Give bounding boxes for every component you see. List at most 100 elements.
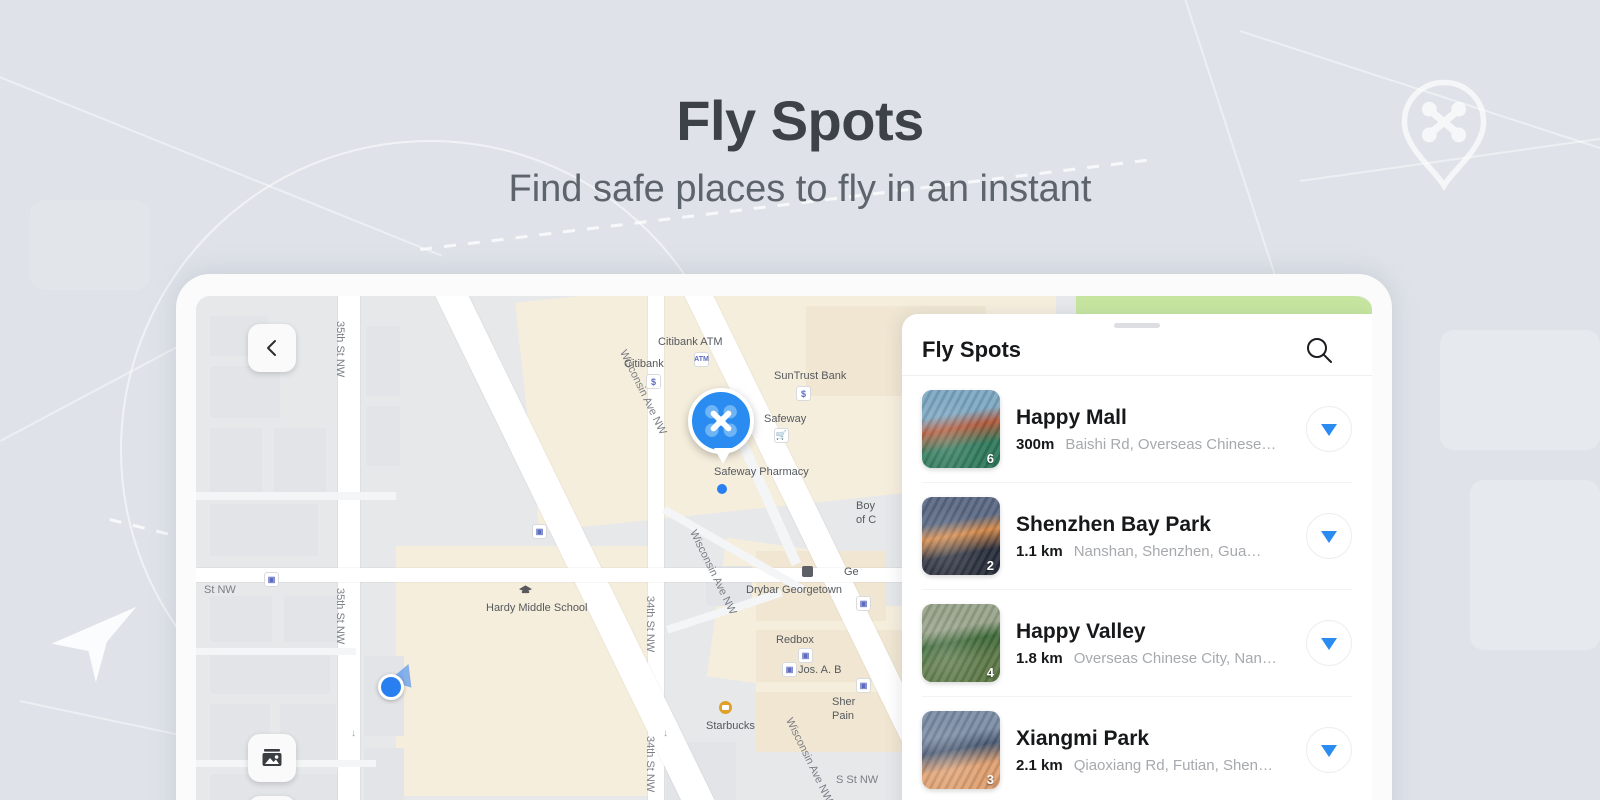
- spot-name: Xiangmi Park: [1016, 726, 1150, 750]
- map-label: Pain: [832, 710, 855, 722]
- poi-icon-bank: $: [796, 386, 811, 401]
- back-button[interactable]: [248, 324, 296, 372]
- panel-drag-handle[interactable]: [1114, 323, 1160, 328]
- spot-info: Xiangmi Park 2.1 km Qiaoxiang Rd, Futian, …: [1016, 727, 1290, 774]
- background-block: [1470, 480, 1600, 650]
- spot-list-item[interactable]: 2 Shenzhen Bay Park 1.1 km Nanshan, Shenzhe…: [902, 483, 1372, 589]
- poi-icon-atm: ATM: [694, 352, 709, 367]
- map-label: Hardy Middle School: [486, 602, 588, 614]
- tablet-device-frame: 35th St NW Wisconsin Ave NW Citibank ATM Ci…: [176, 274, 1392, 800]
- spot-photo-count-badge: 3: [986, 772, 994, 787]
- spot-info: Happy Mall 300m Baishi Rd, Overseas Chines…: [1016, 406, 1290, 453]
- map-label: S St NW: [836, 774, 879, 786]
- map-label: Ge: [844, 566, 859, 578]
- spot-thumbnail: 4: [922, 604, 1000, 682]
- poi-icon-arrow: ↓: [663, 728, 668, 739]
- spot-address: Qiaoxiang Rd, Futian, Shen…: [1073, 756, 1273, 774]
- spot-list-item[interactable]: 6 Happy Mall 300m Baishi Rd, Overseas Chine…: [902, 376, 1372, 482]
- paper-plane-icon: [51, 606, 137, 683]
- poi-icon-store: ▣: [782, 662, 797, 677]
- map-label: Redbox: [776, 634, 814, 646]
- map-label: 35th St NW: [334, 321, 346, 378]
- spot-photo-count-badge: 6: [986, 451, 994, 466]
- spot-info: Happy Valley 1.8 km Overseas Chinese City,…: [1016, 620, 1290, 667]
- poi-icon-store: ▣: [856, 678, 871, 693]
- poi-icon-store: ▣: [264, 572, 279, 587]
- user-location-dot: [378, 674, 404, 700]
- poi-icon-store: ▣: [856, 596, 871, 611]
- map-label: Jos. A. B: [798, 664, 842, 676]
- marker-anchor-dot: [717, 484, 727, 494]
- map-label: Citibank ATM: [658, 336, 723, 348]
- spot-address: Overseas Chinese City, Nan…: [1073, 649, 1277, 667]
- spot-distance: 2.1 km: [1016, 756, 1063, 774]
- spot-distance: 1.8 km: [1016, 649, 1063, 667]
- spot-list-item[interactable]: 4 Happy Valley 1.8 km Overseas Chinese City…: [902, 590, 1372, 696]
- spot-name: Shenzhen Bay Park: [1016, 512, 1211, 536]
- tablet-screen: 35th St NW Wisconsin Ave NW Citibank ATM Ci…: [196, 296, 1372, 800]
- navigate-icon: [1321, 745, 1337, 757]
- spot-name: Happy Mall: [1016, 405, 1127, 429]
- map-extra-button[interactable]: [248, 796, 296, 800]
- poi-icon-store: ▣: [798, 648, 813, 663]
- navigate-button[interactable]: [1306, 620, 1352, 666]
- poi-icon-coffee: [718, 700, 733, 715]
- spot-list-item[interactable]: 3 Xiangmi Park 2.1 km Qiaoxiang Rd, Futian,…: [902, 697, 1372, 800]
- map-label: St NW: [204, 584, 236, 596]
- navigate-button[interactable]: [1306, 727, 1352, 773]
- background-block: [30, 200, 150, 290]
- map-label: Boy: [856, 500, 875, 512]
- spot-photo-count-badge: 4: [986, 665, 994, 680]
- map-label: Citibank: [624, 358, 664, 370]
- spot-meta: 2.1 km Qiaoxiang Rd, Futian, Shen…: [1016, 757, 1290, 774]
- image-icon: [262, 749, 282, 766]
- spot-address: Nanshan, Shenzhen, Gua…: [1073, 542, 1262, 560]
- spot-address: Baishi Rd, Overseas Chinese…: [1065, 435, 1277, 453]
- poi-icon-grocery: 🛒: [774, 428, 789, 443]
- spot-meta: 300m Baishi Rd, Overseas Chinese…: [1016, 436, 1290, 453]
- page-subtitle: Find safe places to fly in an instant: [508, 168, 1092, 210]
- map-label: 34th St NW: [644, 596, 656, 653]
- spot-thumbnail: 2: [922, 497, 1000, 575]
- spot-info: Shenzhen Bay Park 1.1 km Nanshan, Shenzhen…: [1016, 513, 1290, 560]
- poi-icon-shop: [800, 564, 815, 579]
- navigate-button[interactable]: [1306, 513, 1352, 559]
- map-label: Safeway: [764, 413, 807, 425]
- navigate-icon: [1321, 531, 1337, 543]
- navigate-icon: [1321, 424, 1337, 436]
- poi-icon-store: ▣: [532, 524, 547, 539]
- spot-photo-count-badge: 2: [986, 558, 994, 573]
- drone-spot-marker[interactable]: [688, 388, 754, 454]
- chevron-left-icon: [267, 340, 276, 356]
- spot-name: Happy Valley: [1016, 619, 1146, 643]
- page-title: Fly Spots: [676, 89, 924, 152]
- spot-distance: 1.1 km: [1016, 542, 1063, 560]
- drone-icon: [705, 405, 737, 437]
- fly-spots-list[interactable]: 6 Happy Mall 300m Baishi Rd, Overseas Chine…: [902, 376, 1372, 800]
- map-label: of C: [856, 514, 877, 526]
- poi-icon-bank: $: [646, 374, 661, 389]
- search-icon: [1307, 337, 1332, 363]
- spot-thumbnail: 3: [922, 711, 1000, 789]
- map-label: 35th St NW: [334, 588, 346, 645]
- panel-title: Fly Spots: [922, 336, 1022, 362]
- navigate-icon: [1321, 638, 1337, 650]
- poi-icon-school: [518, 582, 533, 597]
- map-label: Starbucks: [706, 720, 755, 732]
- map-label: SunTrust Bank: [774, 370, 847, 382]
- navigate-button[interactable]: [1306, 406, 1352, 452]
- spot-meta: 1.1 km Nanshan, Shenzhen, Gua…: [1016, 543, 1290, 560]
- map-label: Sher: [832, 696, 856, 708]
- fly-spots-panel: Fly Spots 6 Happy Mall 300m Baishi Rd, Over…: [902, 314, 1372, 800]
- map-label: Drybar Georgetown: [746, 584, 842, 596]
- map-label: Safeway Pharmacy: [714, 466, 809, 478]
- search-button[interactable]: [1304, 335, 1334, 365]
- spot-thumbnail: 6: [922, 390, 1000, 468]
- background-block: [1440, 330, 1600, 450]
- spot-distance: 300m: [1016, 435, 1055, 453]
- map-layers-button[interactable]: [248, 734, 296, 782]
- map-label: 34th St NW: [644, 736, 656, 793]
- marker-pointer: [714, 448, 732, 464]
- poi-icon-arrow: ↓: [351, 728, 356, 739]
- spot-meta: 1.8 km Overseas Chinese City, Nan…: [1016, 650, 1290, 667]
